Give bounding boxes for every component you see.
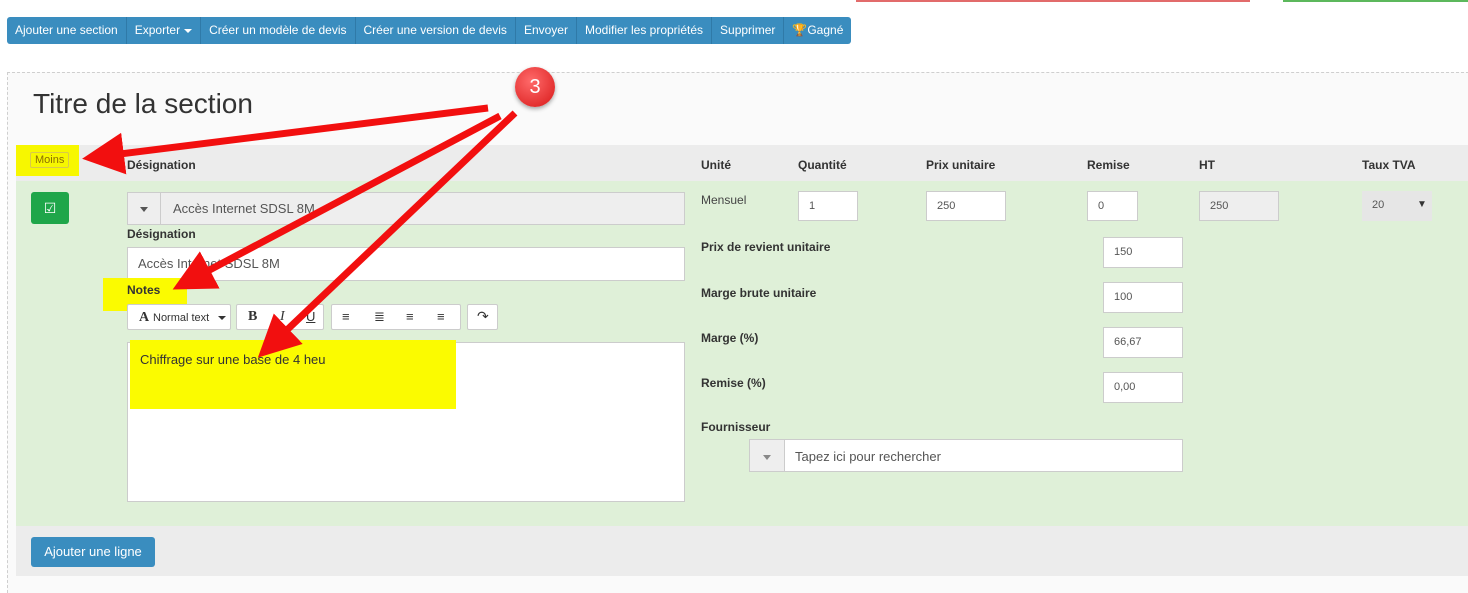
annotation-arrows [82, 104, 518, 358]
arrow-to-notes-text [257, 110, 518, 358]
step-number-badge: 3 [515, 67, 555, 107]
